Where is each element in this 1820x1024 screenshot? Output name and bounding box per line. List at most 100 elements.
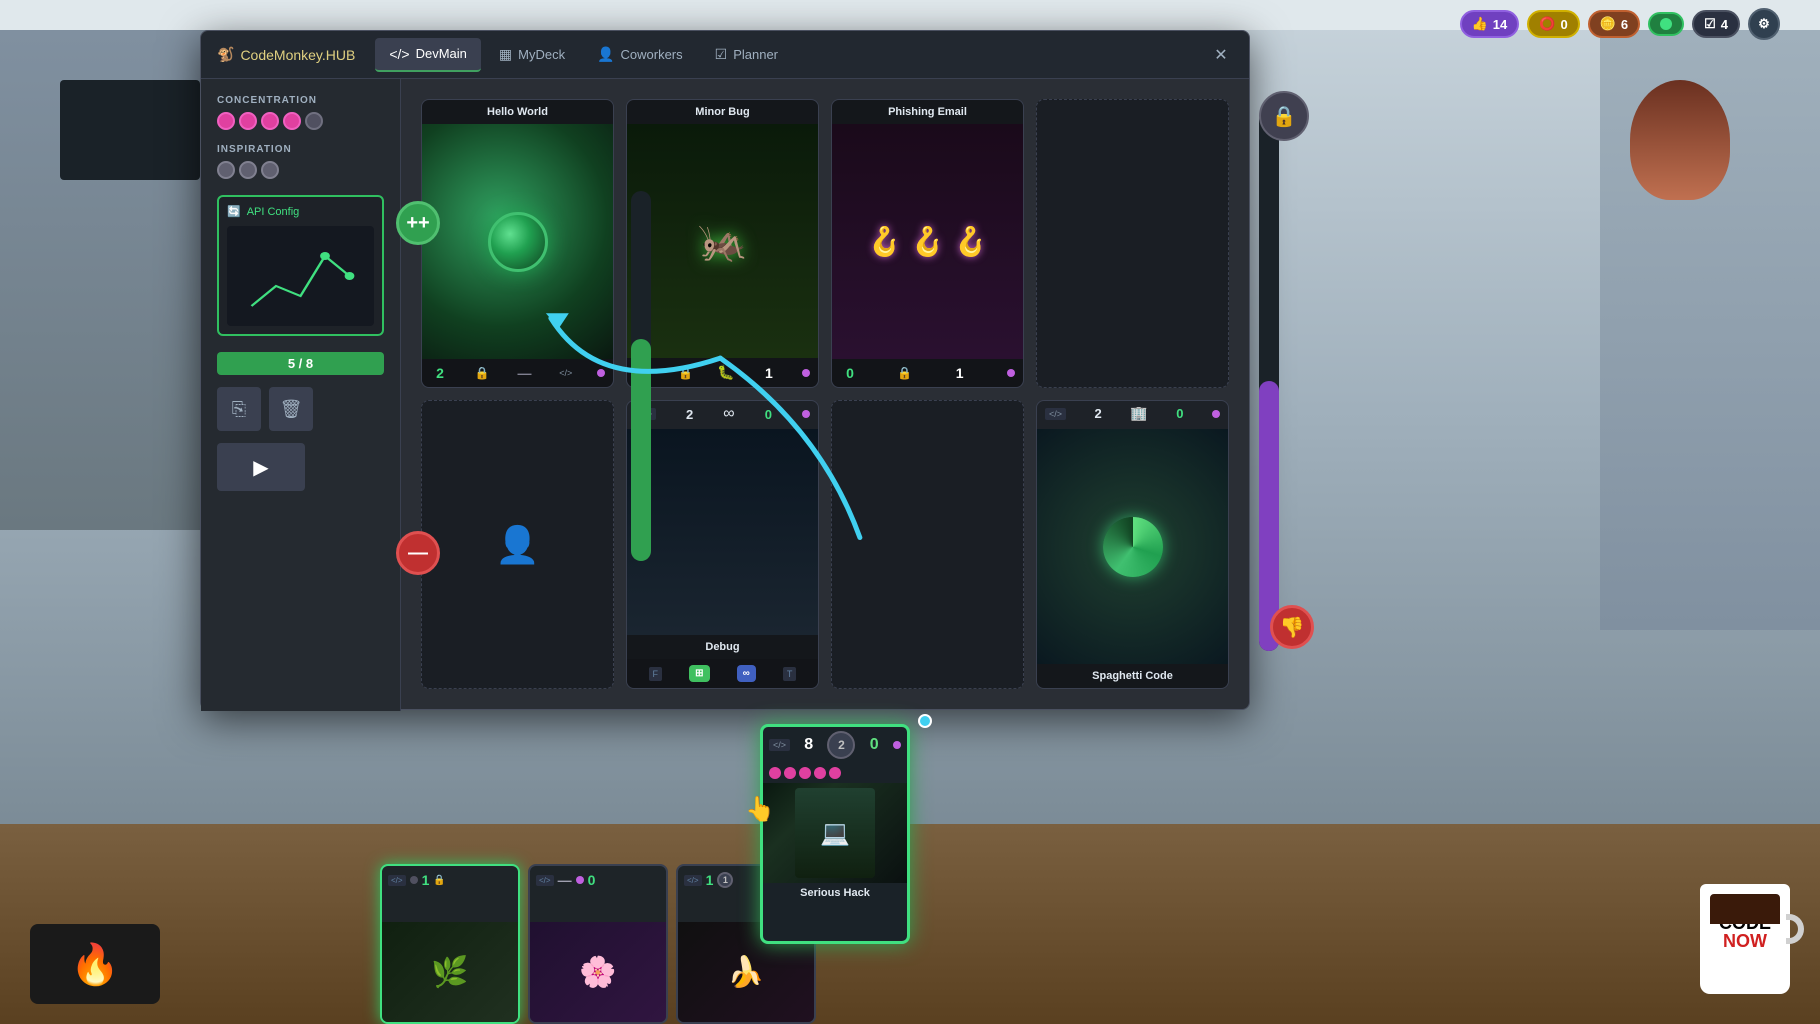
sh-val2: 2 — [838, 738, 845, 752]
likes-count: 14 — [1493, 17, 1507, 32]
close-button[interactable]: ✕ — [1209, 43, 1233, 67]
spaghetti-card-name: Spaghetti Code — [1037, 664, 1228, 688]
tab-planner-label: Planner — [733, 47, 778, 62]
connection-dot — [918, 714, 932, 728]
debug-green-btn[interactable]: ⊞ — [689, 665, 709, 682]
slider-fill — [631, 339, 651, 561]
hand-card-1[interactable]: </> 1 🔒 🌿 — [380, 864, 520, 1024]
likes-button[interactable]: 👍 14 — [1460, 10, 1520, 38]
hc3-code-tag: </> — [684, 875, 702, 886]
debug-image — [627, 429, 818, 635]
infinity-icon: ∞ — [723, 405, 734, 423]
coffee-mug: CODE NOW — [1700, 884, 1790, 994]
hc2-val2: 0 — [588, 872, 596, 888]
left-panel: CONCENTRATION INSPIRATION 🔄 API Config — [201, 79, 401, 711]
hc1-code-tag: </> — [388, 875, 406, 886]
tab-mydeck[interactable]: ▦ MyDeck — [485, 38, 579, 71]
card-empty-1 — [1036, 99, 1229, 388]
tab-planner[interactable]: ☑ Planner — [701, 38, 792, 71]
tab-mydeck-label: MyDeck — [518, 47, 565, 62]
debug-footer: F ⊞ ∞ T — [627, 659, 818, 688]
ant-icon: 🦗 — [698, 218, 748, 265]
insp-pip-1 — [217, 161, 235, 179]
tab-devmain-label: DevMain — [416, 46, 467, 61]
card-debug-slot[interactable]: </> 2 ∞ 0 Debug F ⊞ ∞ T — [626, 400, 819, 689]
sh-pips — [763, 763, 907, 783]
coins-button[interactable]: 🪙 6 — [1588, 10, 1640, 38]
hc3-circle: 1 — [717, 872, 733, 888]
serious-hack-card[interactable]: </> 8 2 0 💻 Serious Hack — [760, 724, 910, 944]
plus-button[interactable]: ++ — [396, 201, 440, 245]
hw-code-icon: </> — [559, 368, 572, 378]
pip-5 — [305, 112, 323, 130]
debug-card-name: Debug — [627, 635, 818, 659]
people-icon: 👤 — [597, 46, 614, 63]
hook-icon-1: 🪝 — [867, 225, 902, 258]
spaghetti-val1: 2 — [1095, 406, 1102, 421]
settings-button[interactable]: ⚙ — [1748, 8, 1780, 40]
window-title: 🐒 CodeMonkey.HUB — [217, 46, 355, 63]
copy-button[interactable]: ⎘ — [217, 387, 261, 431]
insp-pip-2 — [239, 161, 257, 179]
coin-icon: 🪙 — [1600, 16, 1616, 32]
spaghetti-top-bar: </> 2 🏢 0 — [1037, 401, 1228, 426]
pip-4 — [283, 112, 301, 130]
lock-button[interactable]: 🔒 — [1259, 91, 1309, 141]
status-button[interactable] — [1648, 12, 1684, 36]
sh-purple-dot — [893, 741, 901, 749]
sh-card-name: Serious Hack — [763, 883, 907, 903]
pip-2 — [239, 112, 257, 130]
black-pad: 🔥 — [30, 924, 160, 1004]
hc2-val: — — [558, 872, 572, 888]
top-bar: 👍 14 ⭕ 0 🪙 6 ☑ 4 ⚙ — [1460, 8, 1780, 40]
hc2-image: 🌸 — [530, 922, 666, 1022]
card-minor-bug[interactable]: Minor Bug 🦗 0 🔒 🐛 1 — [626, 99, 819, 388]
concentration-pips — [217, 112, 384, 130]
sh-top-bar: </> 8 2 0 — [763, 727, 907, 763]
monitor-left — [60, 80, 200, 180]
minus-button[interactable]: — — [396, 531, 440, 575]
tasks-icon: ☑ — [1704, 16, 1716, 32]
hw-val1: 2 — [430, 365, 450, 381]
tab-devmain[interactable]: </> DevMain — [375, 38, 481, 72]
hacker-icon: 💻 — [795, 788, 875, 878]
card-hello-world[interactable]: Hello World 2 🔒 — </> — [421, 99, 614, 388]
dislike-button[interactable]: 👎 — [1270, 605, 1314, 649]
mug-coffee-liquid — [1710, 894, 1780, 924]
api-config-card: 🔄 API Config — [217, 195, 384, 336]
spaghetti-icon — [1103, 517, 1163, 577]
hc2-content-icon: 🌸 — [579, 955, 616, 990]
hc2-code-tag: </> — [536, 875, 554, 886]
hc1-lock-icon: 🔒 — [433, 875, 445, 886]
tab-coworkers[interactable]: 👤 Coworkers — [583, 38, 697, 71]
hw-lock-icon: 🔒 — [475, 366, 490, 380]
right-slider[interactable] — [1259, 111, 1279, 651]
tasks-button[interactable]: ☑ 4 — [1692, 10, 1740, 38]
play-button[interactable]: ▶ — [217, 443, 305, 491]
card-minor-bug-image: 🦗 — [627, 124, 818, 358]
hand-card-2[interactable]: </> — 0 🌸 — [528, 864, 668, 1024]
card-empty-person: 👤 — [421, 400, 614, 689]
card-phishing-email[interactable]: Phishing Email 🪝 🪝 🪝 0 🔒 1 — [831, 99, 1024, 388]
person-silhouette-icon: 👤 — [495, 524, 540, 566]
spaghetti-code-tag: </> — [1045, 408, 1066, 420]
card-minor-bug-footer: 0 🔒 🐛 1 — [627, 358, 818, 387]
mb-purple-dot — [802, 369, 810, 377]
debug-blue-btn[interactable]: ∞ — [737, 665, 756, 682]
pe-val1: 0 — [840, 365, 860, 381]
sync-icon: 🔄 — [227, 205, 241, 218]
pip-3 — [261, 112, 279, 130]
vertical-slider[interactable] — [631, 191, 651, 561]
quests-button[interactable]: ⭕ 0 — [1527, 10, 1579, 38]
api-graph — [227, 226, 374, 326]
card-spaghetti-code[interactable]: </> 2 🏢 0 Spaghetti Code — [1036, 400, 1229, 689]
delete-button[interactable]: 🗑 — [269, 387, 313, 431]
debug-t-tag: T — [783, 667, 797, 681]
thumbs-up-icon: 👍 — [1472, 16, 1488, 32]
title-bar: 🐒 CodeMonkey.HUB </> DevMain ▦ MyDeck 👤 … — [201, 31, 1249, 79]
debug-val2: 0 — [765, 407, 772, 422]
main-window: 🐒 CodeMonkey.HUB </> DevMain ▦ MyDeck 👤 … — [200, 30, 1250, 710]
deck-icon: ▦ — [499, 46, 512, 63]
spaghetti-image — [1037, 429, 1228, 664]
mb-val2: 1 — [759, 365, 779, 381]
